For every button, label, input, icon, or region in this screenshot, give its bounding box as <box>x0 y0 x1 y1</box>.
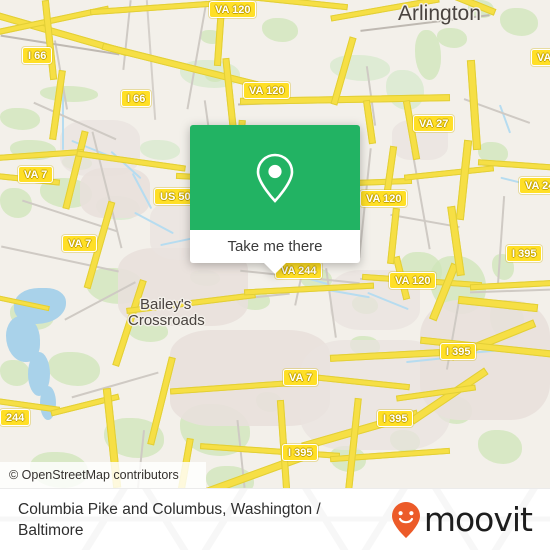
popup-pointer-tail <box>264 263 286 274</box>
road-shield: VA 120 <box>360 190 408 207</box>
road-shield: I 66 <box>121 90 152 107</box>
moovit-smiley-pin-icon <box>391 501 420 538</box>
place-label: Arlington <box>398 2 481 25</box>
park-area <box>415 30 441 80</box>
road-shield: I 395 <box>377 410 414 427</box>
moovit-wordmark: moovit <box>423 500 533 539</box>
road-shield: I 395 <box>506 245 543 262</box>
road-shield: VA 7 <box>283 369 319 386</box>
moovit-logo[interactable]: moovit <box>391 500 533 539</box>
attribution-text: © OpenStreetMap contributors <box>9 468 179 482</box>
road-shield: I 395 <box>440 343 477 360</box>
road-shield: I 66 <box>22 47 53 64</box>
road-shield: VA 24 <box>519 177 550 194</box>
road-shield: VA 7 <box>62 235 98 252</box>
road-shield: 244 <box>0 409 31 426</box>
road-shield: VA 120 <box>389 272 437 289</box>
page-footer: Columbia Pike and Columbus, Washington /… <box>0 488 550 550</box>
moovit-station-map-screen: VA 120 VA 120 I 66 I 66 VA 27 VA VA 7 US 50 VA 1… <box>0 0 550 550</box>
road-shield: I 395 <box>282 444 319 461</box>
road-shield: VA 27 <box>413 115 455 132</box>
road-shield: VA 7 <box>18 166 54 183</box>
map-canvas[interactable]: VA 120 VA 120 I 66 I 66 VA 27 VA VA 7 US 50 VA 1… <box>0 0 550 488</box>
map-attribution[interactable]: © OpenStreetMap contributors <box>0 462 206 488</box>
take-me-there-label: Take me there <box>227 238 323 255</box>
station-popup-card[interactable]: Take me there <box>190 125 360 274</box>
place-label: Crossroads <box>128 312 205 329</box>
take-me-there-button[interactable]: Take me there <box>190 230 360 263</box>
map-pin-icon <box>256 153 294 203</box>
popup-header <box>190 125 360 230</box>
road-shield: VA <box>531 49 550 66</box>
place-label: Bailey's <box>140 296 192 313</box>
page-title: Columbia Pike and Columbus, Washington /… <box>18 500 321 539</box>
road-shield: VA 120 <box>243 82 291 99</box>
road-shield: VA 120 <box>209 1 257 18</box>
